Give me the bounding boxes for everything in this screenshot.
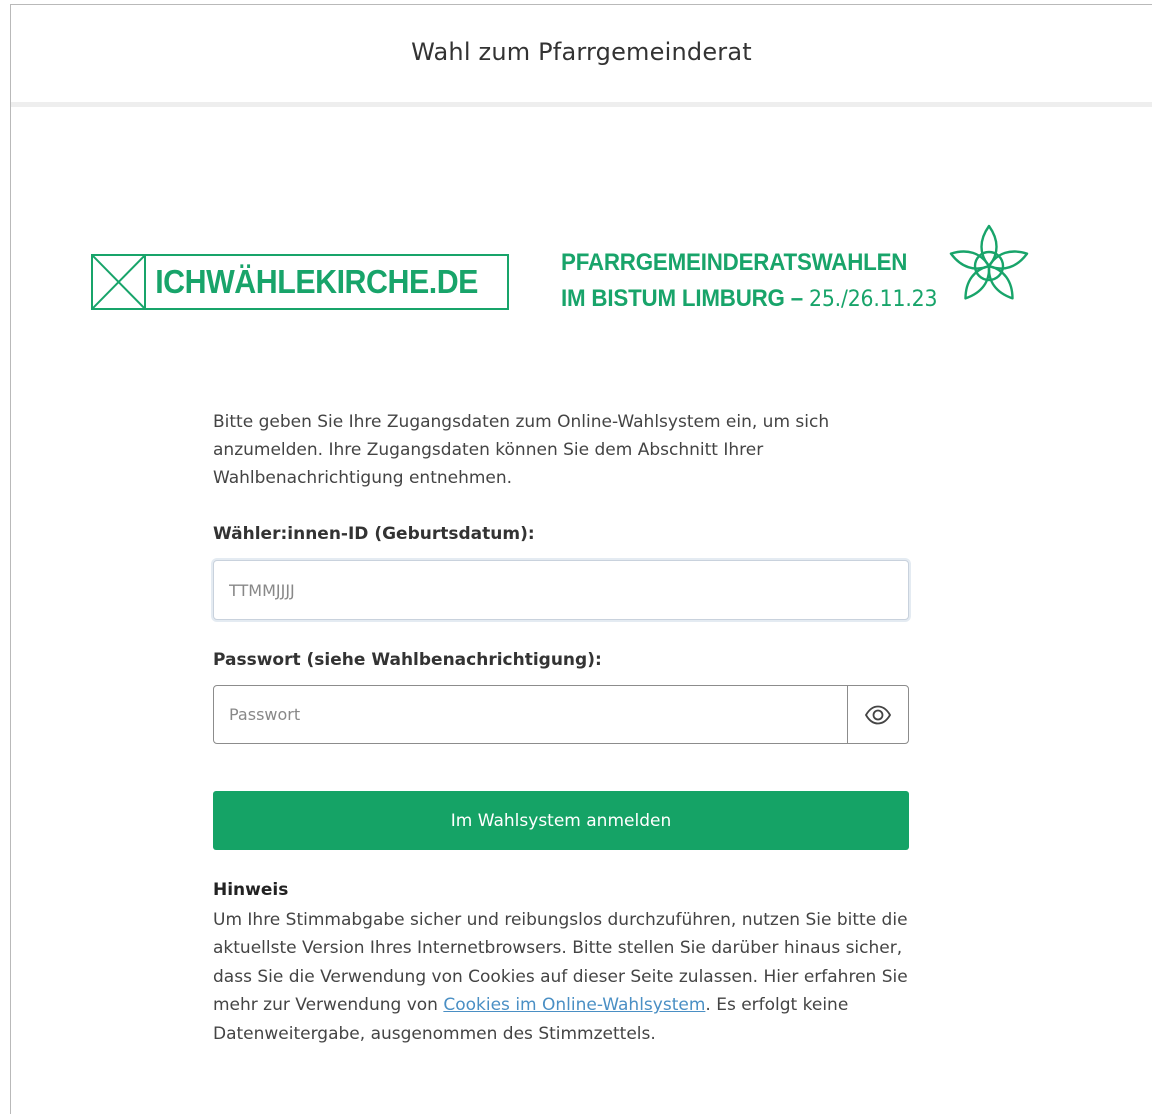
election-logo-line1: PFARRGEMEINDERATSWAHLEN (561, 249, 908, 276)
notice-text: Um Ihre Stimmabgabe sicher und reibungsl… (213, 906, 913, 1048)
cross-box-icon (93, 256, 147, 308)
page-header: Wahl zum Pfarrgemeinderat (11, 5, 1152, 107)
notice-title: Hinweis (213, 880, 289, 900)
intro-text: Bitte geben Sie Ihre Zugangsdaten zum On… (213, 412, 830, 488)
campaign-logo: ICHWÄHLEKIRCHE.DE (91, 254, 509, 310)
page-title: Wahl zum Pfarrgemeinderat (411, 37, 752, 66)
password-label: Passwort (siehe Wahlbenachrichtigung): (213, 650, 602, 670)
password-field-group (213, 685, 909, 744)
election-logo-region: IM BISTUM LIMBURG – (561, 285, 810, 312)
password-input[interactable] (214, 686, 847, 743)
election-logo: PFARRGEMEINDERATSWAHLEN IM BISTUM LIMBUR… (561, 224, 1041, 326)
voter-id-label: Wähler:innen-ID (Geburtsdatum): (213, 524, 535, 544)
login-form: Bitte geben Sie Ihre Zugangsdaten zum On… (213, 408, 909, 1044)
eye-icon (864, 705, 892, 724)
login-button[interactable]: Im Wahlsystem anmelden (213, 791, 909, 850)
election-logo-line2: IM BISTUM LIMBURG – 25./26.11.23 (561, 285, 938, 313)
star-knot-emblem-icon (949, 224, 1029, 300)
campaign-logo-text: ICHWÄHLEKIRCHE.DE (155, 263, 479, 300)
election-logo-date: 25./26.11.23 (809, 287, 938, 312)
cookies-link[interactable]: Cookies im Online-Wahlsystem (443, 995, 705, 1015)
show-password-button[interactable] (847, 686, 908, 743)
voter-id-input[interactable] (213, 560, 909, 620)
